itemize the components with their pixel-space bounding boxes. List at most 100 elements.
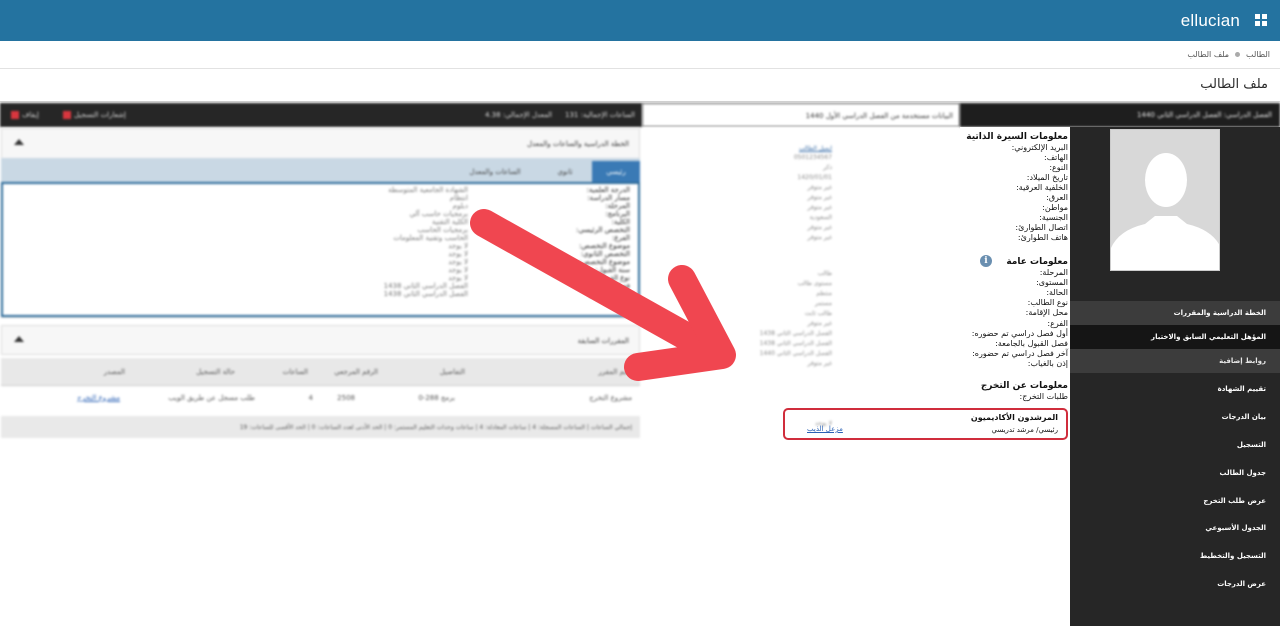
academic-advisors-highlight: المرشدون الأكاديميون رئيسي/ مرشد تدريسي …	[783, 408, 1068, 440]
curriculum-panel-title: الخطة الدراسية والساعات والمعدل	[527, 140, 629, 148]
field-value: السعودية	[809, 214, 832, 221]
registration-notices[interactable]: إشعارات التسجيل	[60, 111, 126, 119]
field-value: 0501234567	[793, 154, 832, 161]
field-label: الدرجة العلمية:	[586, 186, 630, 194]
sidebar-item-weekly-schedule[interactable]: الجدول الأسبوعي	[1070, 516, 1280, 540]
bio-field-label: الخلفية العرقية:	[1016, 183, 1068, 192]
sidebar-item-curriculum[interactable]: الخطة الدراسية والمقررات	[1070, 301, 1280, 325]
field-value: برمجيات الحاسب	[417, 226, 468, 234]
field-value: ذكر	[823, 164, 832, 171]
column-header[interactable]: الساعات	[283, 368, 308, 376]
field-value: انتظام	[449, 194, 468, 202]
sidebar-item-registration[interactable]: التسجيل	[1070, 433, 1280, 457]
graduation-field-label: طلبات التخرج:	[1019, 392, 1068, 401]
field-value: لا يوجد	[448, 266, 468, 274]
tab-hours-gpa[interactable]: الساعات والمعدل	[450, 161, 540, 182]
column-header[interactable]: الرقم المرجعي	[334, 368, 378, 376]
advisor-role: رئيسي/ مرشد تدريسي	[991, 426, 1058, 434]
summary-strip: إيقاف إشعارات التسجيل المعدل الإجمالي: 4…	[0, 103, 642, 127]
hours-summary: إجمالي الساعات | الساعات المسجلة: 4 | سا…	[1, 416, 640, 438]
field-value: لا يوجد	[448, 250, 468, 258]
field-value: الفصل الدراسي الثاني 1438	[383, 282, 468, 290]
field-value: الكلية التقنية	[431, 218, 468, 226]
breadcrumb-separator-icon	[1235, 52, 1241, 57]
breadcrumb-item-student[interactable]: الطالب	[1246, 50, 1270, 59]
breadcrumb-item-profile: ملف الطالب	[1187, 50, 1230, 59]
sidebar-item-student-schedule[interactable]: جدول الطالب	[1070, 461, 1280, 485]
overall-gpa: المعدل الإجمالي: 4.38	[485, 111, 553, 119]
sidebar-item-graduation-application[interactable]: عرض طلب التخرج	[1070, 489, 1280, 513]
general-field-label: آخر فصل دراسي تم حضوره:	[972, 349, 1068, 358]
term-selector[interactable]: الفصل الدراسي: الفصل الدراسي الثاني 1440	[960, 103, 1280, 127]
sidebar-item-registration-planning[interactable]: التسجيل والتخطيط	[1070, 544, 1280, 568]
field-value: مستمر	[814, 300, 832, 307]
info-icon[interactable]: i	[980, 255, 992, 267]
field-value: غير متوفر	[807, 234, 832, 241]
total-hours: الساعات الإجمالية: 131	[565, 111, 635, 119]
field-value: مستوى طالب	[797, 280, 832, 287]
field-value: الفصل الدراسي الثاني 1440	[759, 350, 832, 357]
top-bar: ellucian	[0, 0, 1280, 41]
holds-indicator[interactable]: إيقاف	[8, 111, 39, 119]
column-header[interactable]: التفاصيل	[440, 368, 465, 376]
general-field-label: الفرع:	[1047, 319, 1068, 328]
field-value: الفصل الدراسي الثاني 1438	[383, 290, 468, 298]
field-label: مسار الدراسة:	[587, 194, 630, 202]
bio-field-label: تاريخ الميلاد:	[1026, 173, 1068, 182]
table-cell: 2508	[337, 394, 355, 402]
breadcrumb: الطالب ملف الطالب	[1187, 50, 1270, 59]
page-title: ملف الطالب	[1200, 77, 1268, 92]
table-cell: 4	[308, 394, 313, 402]
bio-field-label: هاتف الطوارئ:	[1017, 233, 1068, 242]
collapse-caret-icon[interactable]	[14, 139, 24, 145]
sidebar-item-transcript[interactable]: بيان الدرجات	[1070, 405, 1280, 429]
tab-primary[interactable]: رئيسي	[592, 161, 640, 182]
bio-field-label: اتصال الطوارئ:	[1015, 223, 1068, 232]
field-value: طالب	[817, 270, 832, 277]
field-value: الحاسب وتقنية المعلومات	[393, 234, 468, 242]
data-source-strip: البيانات مستخدمة من الفصل الدراسي الأول …	[642, 103, 960, 127]
tab-secondary[interactable]: ثانوي	[542, 161, 588, 182]
curriculum-tabs: رئيسي ثانوي الساعات والمعدل	[1, 158, 640, 182]
student-info-panel: معلومات السيرة الذاتية البريد الإلكتروني…	[960, 127, 1070, 447]
bio-field-label: الهاتف:	[1044, 153, 1068, 162]
sidebar-item-view-grades[interactable]: عرض الدرجات	[1070, 572, 1280, 596]
table-cell: برمج 288-0	[418, 394, 455, 402]
advisors-heading: المرشدون الأكاديميون	[970, 413, 1058, 422]
person-silhouette-icon	[1111, 130, 1219, 270]
general-field-label: فصل القبول بالجامعة:	[995, 339, 1068, 348]
table-cell: طلب مسجل عن طريق الويب	[168, 394, 255, 402]
field-value: الفصل الدراسي الثاني 1438	[759, 330, 832, 337]
field-value: دبلوم	[452, 202, 468, 210]
field-value: الشهادة الجامعية المتوسطة	[388, 186, 468, 194]
field-value: غير متوفر	[807, 194, 832, 201]
bio-field-label: العرق:	[1046, 193, 1068, 202]
general-field-label: إذن بالغياب:	[1027, 359, 1068, 368]
field-value: غير متوفر	[807, 360, 832, 367]
sidebar-item-degree-evaluation[interactable]: تقييم الشهادة	[1070, 377, 1280, 401]
brand-logo[interactable]: ellucian	[1181, 11, 1240, 31]
course-source-link[interactable]: مشروع التخرج	[77, 394, 120, 402]
bio-heading: معلومات السيرة الذاتية	[966, 132, 1068, 142]
sidebar-item-prior-education[interactable]: المؤهل التعليمي السابق والاختبار	[1070, 325, 1280, 349]
email-value[interactable]: ايميل الطالب	[799, 145, 832, 152]
student-photo-avatar	[1110, 129, 1220, 271]
general-field-label: الحالة:	[1046, 288, 1068, 297]
bio-field-label: الجنسية:	[1039, 213, 1068, 222]
column-header[interactable]: حالة التسجيل	[196, 368, 235, 376]
divider	[0, 101, 1280, 102]
general-field-label: أول فصل دراسي تم حضوره:	[971, 329, 1068, 338]
apps-grid-icon[interactable]	[1255, 14, 1267, 26]
field-value: غير متوفر	[807, 184, 832, 191]
graduation-heading: معلومات عن التخرج	[980, 381, 1068, 391]
sidebar-item-additional-links[interactable]: روابط إضافية	[1070, 349, 1280, 373]
general-field-label: المرحلة:	[1039, 268, 1068, 277]
collapse-caret-icon[interactable]	[14, 336, 24, 342]
advisor-name-link[interactable]: مزعل الذيب	[807, 425, 843, 433]
bio-field-label: مواطن:	[1042, 203, 1068, 212]
field-value: برمجيات حاسب آلي	[409, 210, 468, 218]
annotation-arrow-icon	[470, 209, 736, 381]
general-heading: معلومات عامة	[1006, 257, 1068, 267]
field-value: طالب ثابت	[804, 310, 832, 317]
column-header[interactable]: المصدر	[104, 368, 125, 376]
